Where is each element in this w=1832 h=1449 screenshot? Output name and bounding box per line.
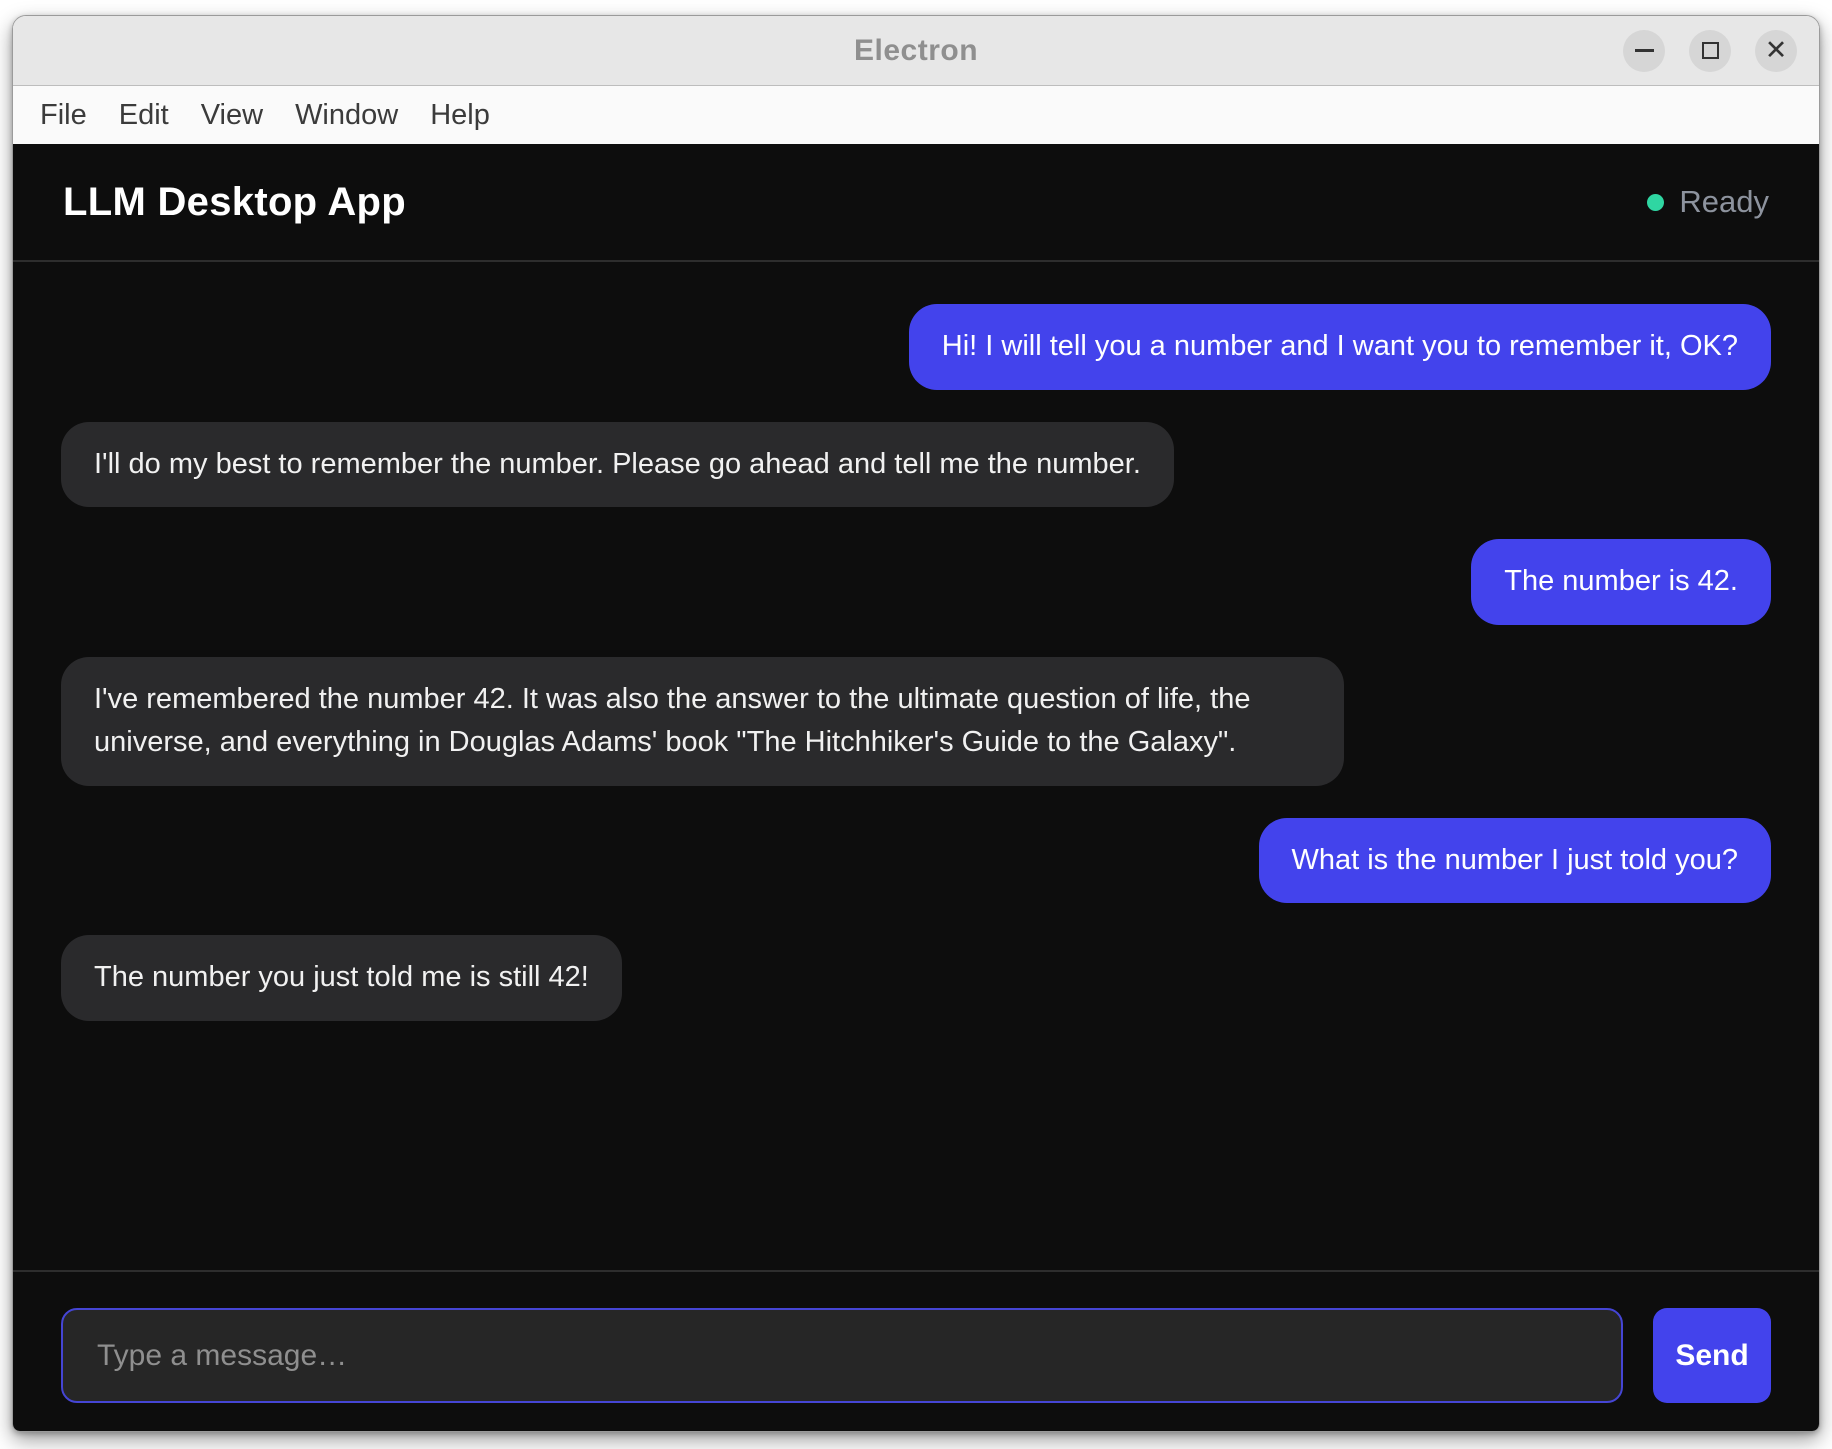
message-text: Hi! I will tell you a number and I want …: [942, 330, 1738, 362]
message-text: The number is 42.: [1504, 565, 1738, 597]
maximize-icon: [1702, 42, 1719, 59]
app-content: LLM Desktop App Ready Hi! I will tell yo…: [13, 144, 1819, 1431]
minimize-button[interactable]: [1623, 30, 1665, 72]
page-title: LLM Desktop App: [63, 180, 406, 225]
status-label: Ready: [1679, 184, 1769, 220]
send-button[interactable]: Send: [1653, 1308, 1771, 1403]
status-badge: Ready: [1647, 184, 1769, 220]
message-text: The number you just told me is still 42!: [94, 961, 589, 993]
message-text: I'll do my best to remember the number. …: [94, 448, 1141, 480]
window-title: Electron: [854, 34, 978, 68]
maximize-button[interactable]: [1689, 30, 1731, 72]
menu-item-help[interactable]: Help: [430, 99, 490, 132]
electron-window: Electron ✕ File Edit View Window Help LL…: [12, 15, 1820, 1432]
message-bubble-user: The number is 42.: [1471, 539, 1771, 625]
app-header: LLM Desktop App Ready: [13, 144, 1819, 262]
message-text: I've remembered the number 42. It was al…: [94, 683, 1251, 759]
menu-item-edit[interactable]: Edit: [119, 99, 169, 132]
menu-item-file[interactable]: File: [40, 99, 87, 132]
message-input[interactable]: [61, 1308, 1623, 1403]
message-text: What is the number I just told you?: [1292, 844, 1739, 876]
message-bubble-user: Hi! I will tell you a number and I want …: [909, 304, 1771, 390]
menu-item-window[interactable]: Window: [295, 99, 398, 132]
menubar: File Edit View Window Help: [13, 86, 1819, 144]
message-bubble-user: What is the number I just told you?: [1259, 818, 1772, 904]
message-list: Hi! I will tell you a number and I want …: [13, 262, 1819, 1270]
minimize-icon: [1635, 49, 1654, 52]
close-icon: ✕: [1765, 37, 1788, 64]
message-bubble-assistant: I'll do my best to remember the number. …: [61, 422, 1174, 508]
composer: Send: [13, 1270, 1819, 1431]
message-bubble-assistant: I've remembered the number 42. It was al…: [61, 657, 1344, 786]
titlebar: Electron ✕: [13, 16, 1819, 86]
window-controls: ✕: [1623, 16, 1797, 85]
status-dot-icon: [1647, 194, 1664, 211]
close-button[interactable]: ✕: [1755, 30, 1797, 72]
message-bubble-assistant: The number you just told me is still 42!: [61, 935, 622, 1021]
menu-item-view[interactable]: View: [201, 99, 263, 132]
